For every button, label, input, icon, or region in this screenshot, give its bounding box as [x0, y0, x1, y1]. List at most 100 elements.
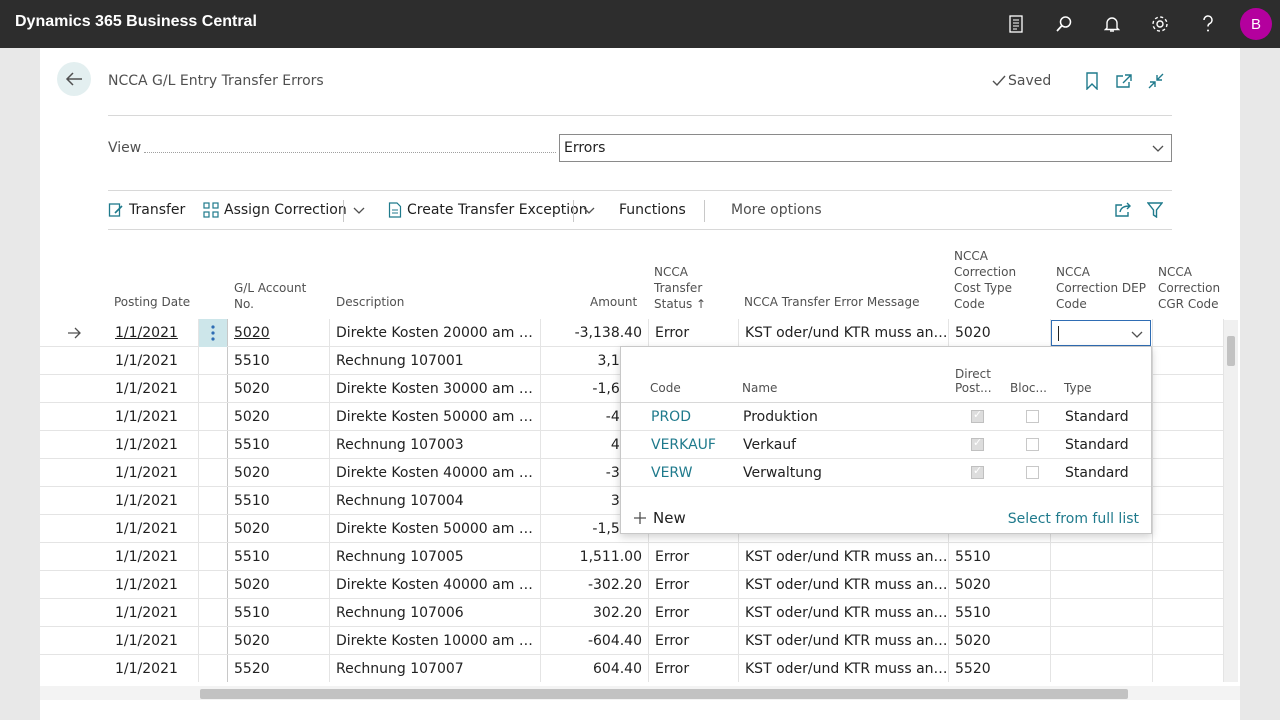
col-header-cost-type-code[interactable]: NCCA Correction Cost Type Code	[954, 248, 1016, 312]
share-icon[interactable]	[1114, 202, 1132, 218]
cell-gl-account-no[interactable]: 5020	[228, 627, 330, 655]
search-icon[interactable]	[1052, 12, 1076, 36]
cell-amount[interactable]: -302.20	[541, 571, 649, 599]
cell-gl-account-no[interactable]: 5020	[228, 515, 330, 543]
cell-dep-code[interactable]	[1051, 543, 1153, 571]
lookup-header-direct-posting[interactable]: Direct Post...	[955, 367, 992, 395]
cell-cgr-code[interactable]	[1153, 375, 1224, 403]
cell-gl-account-no[interactable]: 5510	[228, 543, 330, 571]
cell-posting-date[interactable]: 1/1/2021	[109, 347, 199, 375]
cell-cost-type-code[interactable]: 5020	[949, 319, 1051, 347]
cell-description[interactable]: Rechnung 107007	[330, 655, 541, 682]
app-title[interactable]: Dynamics 365 Business Central	[15, 13, 257, 31]
cell-cgr-code[interactable]	[1153, 599, 1224, 627]
cell-description[interactable]: Direkte Kosten 10000 am 01.0...	[330, 627, 541, 655]
cell-transfer-status[interactable]: Error	[649, 319, 739, 347]
create-transfer-exception-dropdown[interactable]	[582, 203, 596, 217]
lookup-code[interactable]: PROD	[651, 409, 691, 425]
cell-posting-date[interactable]: 1/1/2021	[109, 515, 199, 543]
lookup-code[interactable]: VERW	[651, 465, 692, 481]
lookup-header-name[interactable]: Name	[742, 381, 777, 395]
cell-dep-code[interactable]	[1051, 571, 1153, 599]
cell-cgr-code[interactable]	[1153, 403, 1224, 431]
cell-gl-account-no[interactable]: 5520	[228, 655, 330, 682]
create-transfer-exception-button[interactable]: Create Transfer Exception	[388, 202, 588, 218]
cell-posting-date[interactable]: 1/1/2021	[109, 375, 199, 403]
cell-posting-date[interactable]: 1/1/2021	[109, 599, 199, 627]
cell-gl-account-no[interactable]: 5510	[228, 487, 330, 515]
cell-description[interactable]: Rechnung 107006	[330, 599, 541, 627]
cell-description[interactable]: Direkte Kosten 20000 am 01.0...	[330, 319, 541, 347]
row-menu-icon[interactable]	[199, 319, 227, 347]
cell-error-message[interactable]: KST oder/und KTR muss ange...	[739, 655, 949, 682]
cell-transfer-status[interactable]: Error	[649, 543, 739, 571]
cell-error-message[interactable]: KST oder/und KTR muss ange...	[739, 543, 949, 571]
avatar[interactable]: B	[1240, 8, 1272, 40]
cell-posting-date[interactable]: 1/1/2021	[109, 431, 199, 459]
cell-amount[interactable]: 302.20	[541, 599, 649, 627]
cell-transfer-status[interactable]: Error	[649, 655, 739, 682]
document-icon[interactable]	[1004, 12, 1028, 36]
functions-button[interactable]: Functions	[619, 202, 686, 218]
lookup-row[interactable]: VERKAUF Verkauf Standard	[621, 431, 1151, 459]
cell-posting-date[interactable]: 1/1/2021	[109, 403, 199, 431]
table-row[interactable]: 1/1/2021 5520 Rechnung 107007 604.40 Error KS…	[40, 655, 1224, 682]
cell-posting-date[interactable]: 1/1/2021	[109, 627, 199, 655]
cell-error-message[interactable]: KST oder/und KTR muss ange...	[739, 627, 949, 655]
cell-description[interactable]: Rechnung 107001	[330, 347, 541, 375]
vertical-scrollbar-thumb[interactable]	[1227, 336, 1235, 366]
cell-cgr-code[interactable]	[1153, 347, 1224, 375]
table-row[interactable]: 1/1/2021 5510 Rechnung 107006 302.20 Error KS…	[40, 599, 1224, 627]
cell-description[interactable]: Direkte Kosten 50000 am 01.0...	[330, 403, 541, 431]
lookup-row[interactable]: VERW Verwaltung Standard	[621, 459, 1151, 487]
col-header-description[interactable]: Description	[336, 294, 404, 310]
cell-description[interactable]: Direkte Kosten 30000 am 01.0...	[330, 375, 541, 403]
cell-posting-date[interactable]: 1/1/2021	[109, 543, 199, 571]
cell-amount[interactable]: -3,138.40	[541, 319, 649, 347]
cell-cost-type-code[interactable]: 5510	[949, 543, 1051, 571]
help-icon[interactable]	[1196, 12, 1220, 36]
cell-posting-date[interactable]: 1/1/2021	[109, 459, 199, 487]
cell-transfer-status[interactable]: Error	[649, 627, 739, 655]
cell-cgr-code[interactable]	[1153, 459, 1224, 487]
col-header-posting-date[interactable]: Posting Date	[114, 294, 190, 310]
view-select[interactable]: Errors	[559, 134, 1172, 162]
table-row[interactable]: 1/1/2021 5510 Rechnung 107005 1,511.00 Error…	[40, 543, 1224, 571]
lookup-header-code[interactable]: Code	[650, 381, 681, 395]
cell-description[interactable]: Direkte Kosten 40000 am 01.0...	[330, 459, 541, 487]
select-from-full-list-link[interactable]: Select from full list	[1008, 511, 1139, 527]
cell-error-message[interactable]: KST oder/und KTR muss ange...	[739, 571, 949, 599]
cell-posting-date[interactable]: 1/1/2021	[109, 487, 199, 515]
cell-description[interactable]: Direkte Kosten 40000 am 01.0...	[330, 571, 541, 599]
cell-gl-account-no[interactable]: 5510	[228, 347, 330, 375]
horizontal-scrollbar-thumb[interactable]	[200, 689, 1128, 699]
col-header-dep-code[interactable]: NCCA Correction DEP Code	[1056, 264, 1146, 312]
cell-gl-account-no[interactable]: 5020	[228, 375, 330, 403]
collapse-icon[interactable]	[1146, 71, 1166, 91]
cell-posting-date[interactable]: 1/1/2021	[109, 319, 199, 347]
gear-icon[interactable]	[1148, 12, 1172, 36]
cell-gl-account-no[interactable]: 5020	[228, 319, 330, 347]
cell-dep-code[interactable]	[1051, 655, 1153, 682]
cell-gl-account-no[interactable]: 5020	[228, 403, 330, 431]
cell-posting-date[interactable]: 1/1/2021	[109, 655, 199, 682]
cell-cost-type-code[interactable]: 5020	[949, 571, 1051, 599]
assign-correction-dropdown[interactable]	[352, 203, 366, 217]
cell-description[interactable]: Rechnung 107003	[330, 431, 541, 459]
open-new-window-icon[interactable]	[1114, 71, 1134, 91]
cell-cgr-code[interactable]	[1153, 571, 1224, 599]
lookup-header-type[interactable]: Type	[1064, 381, 1092, 395]
cell-cost-type-code[interactable]: 5510	[949, 599, 1051, 627]
cell-dep-code[interactable]	[1051, 599, 1153, 627]
cell-cgr-code[interactable]	[1153, 515, 1224, 543]
cell-posting-date[interactable]: 1/1/2021	[109, 571, 199, 599]
bookmark-icon[interactable]	[1082, 71, 1102, 91]
cell-amount[interactable]: 604.40	[541, 655, 649, 682]
cell-gl-account-no[interactable]: 5510	[228, 599, 330, 627]
cell-amount[interactable]: -604.40	[541, 627, 649, 655]
assign-correction-button[interactable]: Assign Correction	[203, 202, 347, 218]
cell-transfer-status[interactable]: Error	[649, 599, 739, 627]
cell-cgr-code[interactable]	[1153, 655, 1224, 682]
col-header-transfer-status[interactable]: NCCA Transfer Status ↑	[654, 264, 706, 312]
cell-error-message[interactable]: KST oder/und KTR muss ange...	[739, 319, 949, 347]
